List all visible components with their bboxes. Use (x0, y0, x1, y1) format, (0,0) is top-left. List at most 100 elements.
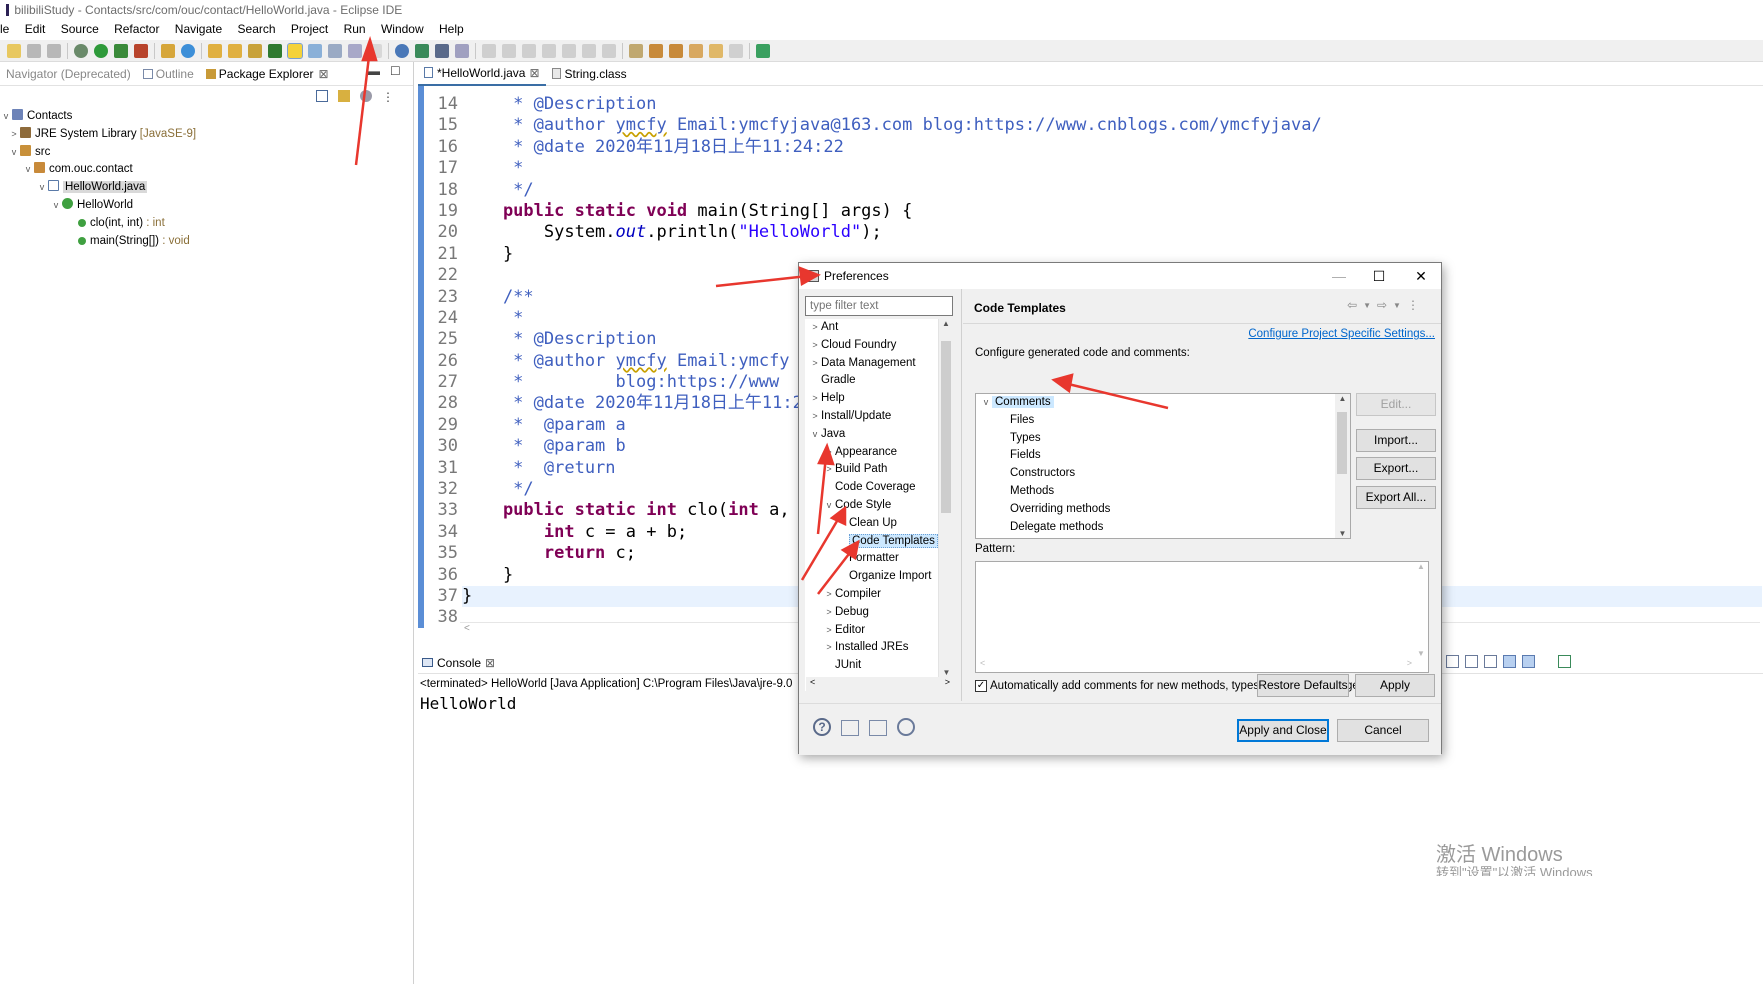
template-tree-item[interactable]: Overriding methods (976, 501, 1350, 519)
tab-outline[interactable]: Outline (137, 67, 200, 81)
pref-tree-item[interactable]: > Help (805, 390, 953, 408)
tab-package-explorer[interactable]: Package Explorer ⊠ (199, 66, 335, 81)
link-editor-icon[interactable] (338, 90, 350, 102)
word-wrap-icon[interactable] (1484, 655, 1497, 668)
back-icon[interactable]: ⇦ (1347, 298, 1357, 314)
scroll-down-icon[interactable]: ▼ (1335, 529, 1350, 538)
collapsed-chevron-icon[interactable]: > (823, 622, 835, 640)
scroll-up-icon[interactable]: ▲ (1335, 394, 1350, 403)
menu-project[interactable]: Project (291, 22, 328, 36)
collapsed-chevron-icon[interactable]: > (809, 337, 821, 355)
filter-input[interactable] (805, 296, 953, 316)
pref-tree-item[interactable]: > Debug (805, 604, 953, 622)
pin-console-icon[interactable] (1503, 655, 1516, 668)
pref-tree-item[interactable]: > Ant (805, 319, 953, 337)
tab-helloworld-java[interactable]: *HelloWorld.java ⊠ (418, 62, 546, 86)
run-icon[interactable] (94, 43, 108, 58)
close-icon[interactable]: ⊠ (318, 67, 328, 81)
pref-tree-item[interactable]: > Build Path (805, 461, 953, 479)
globe-icon[interactable] (395, 43, 409, 58)
pref-tree-item[interactable]: Clean Up (805, 515, 953, 533)
cancel-button[interactable]: Cancel (1337, 719, 1429, 742)
run-last-icon[interactable] (415, 43, 429, 58)
pref-tree-item[interactable]: Formatter (805, 550, 953, 568)
template-tree-item[interactable]: Fields (976, 447, 1350, 465)
menu-navigate[interactable]: Navigate (175, 22, 222, 36)
pref-tree-item[interactable]: > Editor (805, 622, 953, 640)
scroll-thumb[interactable] (1337, 412, 1347, 474)
scroll-thumb[interactable] (941, 341, 951, 513)
pref-tree-item[interactable]: v Java (805, 426, 953, 444)
scroll-lock-icon[interactable] (1465, 655, 1478, 668)
annotation-icon[interactable] (629, 43, 643, 58)
pref-tree-item[interactable]: > Installed JREs (805, 639, 953, 657)
clear-console-icon[interactable] (1446, 655, 1459, 668)
dialog-sash[interactable] (961, 289, 962, 701)
template-tree-item[interactable]: Delegate methods (976, 519, 1350, 537)
template-tree-item[interactable]: Files (976, 412, 1350, 430)
new-java-project-icon[interactable] (161, 43, 175, 58)
apply-and-close-button[interactable]: Apply and Close (1237, 719, 1329, 742)
forward-icon[interactable]: ⇨ (1377, 298, 1387, 314)
scroll-left-icon[interactable]: < (810, 677, 815, 691)
tree-item-helloworld-java[interactable]: v HelloWorld.java (0, 179, 196, 197)
menu-run[interactable]: Run (344, 22, 366, 36)
last-edit-icon[interactable] (689, 43, 703, 58)
edit-button[interactable]: Edit... (1356, 393, 1436, 416)
toggle-mark-icon[interactable] (268, 43, 282, 58)
tab-navigator[interactable]: Navigator (Deprecated) (0, 67, 137, 81)
open-folder-icon[interactable] (228, 43, 242, 58)
close-icon[interactable]: ⊠ (529, 66, 539, 80)
menu-refactor[interactable]: Refactor (114, 22, 159, 36)
export-button[interactable]: Export... (1356, 457, 1436, 480)
display-console-icon[interactable] (1522, 655, 1535, 668)
import-button[interactable]: Import... (1356, 429, 1436, 452)
collapsed-chevron-icon[interactable]: > (809, 408, 821, 426)
tab-string-class[interactable]: String.class (546, 62, 633, 86)
template-tree-item[interactable]: Constructors (976, 465, 1350, 483)
tree-item-jre[interactable]: > JRE System Library [JavaSE-9] (0, 126, 196, 144)
pref-tree-item[interactable]: Code Coverage (805, 479, 953, 497)
pref-tree-item[interactable]: > Data Management (805, 355, 953, 373)
new-icon[interactable] (7, 43, 21, 58)
restore-defaults-button[interactable]: Restore Defaults (1257, 674, 1349, 697)
new-class-icon[interactable] (181, 43, 195, 58)
pref-tree-item[interactable]: v Code Style (805, 497, 953, 515)
collapsed-chevron-icon[interactable]: > (823, 604, 835, 622)
pref-tree-item[interactable]: > Install/Update (805, 408, 953, 426)
pref-tree-item[interactable]: Gradle (805, 372, 953, 390)
menu-file[interactable]: le (0, 22, 9, 36)
export-prefs-icon[interactable] (869, 720, 887, 736)
pattern-textarea[interactable]: ▲ ▼ < > (975, 561, 1429, 673)
tree-item-project[interactable]: v Contacts (0, 108, 196, 126)
open-type-icon[interactable] (208, 43, 222, 58)
menu-source[interactable]: Source (61, 22, 99, 36)
template-tree-item[interactable]: v Comments (976, 394, 1350, 412)
tree-item-helloworld-class[interactable]: v HelloWorld (0, 197, 196, 215)
pattern-vscrollbar[interactable]: ▲ ▼ (1414, 562, 1428, 658)
close-icon[interactable]: ⊠ (485, 656, 495, 670)
view-menu-icon[interactable]: ⋮ (382, 90, 394, 104)
collapsed-chevron-icon[interactable]: > (809, 319, 821, 337)
tree-item-src[interactable]: v src (0, 144, 196, 162)
pref-tree-item[interactable]: Organize Import (805, 568, 953, 586)
scroll-up-icon[interactable]: ▲ (939, 319, 953, 328)
template-tree-scrollbar[interactable]: ▲ ▼ (1335, 394, 1350, 538)
highlight-icon[interactable] (287, 42, 303, 59)
maximize-icon[interactable]: ☐ (390, 64, 401, 78)
pref-tree-item[interactable]: > Cloud Foundry (805, 337, 953, 355)
export-all-button[interactable]: Export All... (1356, 486, 1436, 509)
search-icon[interactable] (248, 43, 262, 58)
page-menu-icon[interactable]: ⋮ (1407, 298, 1419, 314)
collapsed-chevron-icon[interactable]: > (823, 461, 835, 479)
prev-annotation-icon[interactable] (669, 43, 683, 58)
pattern-hscrollbar[interactable]: < > (976, 658, 1416, 672)
pin-editor-icon[interactable] (756, 43, 770, 58)
scroll-right-icon[interactable]: > (945, 677, 950, 691)
external-tools-icon[interactable] (134, 43, 148, 58)
pref-tree-item[interactable]: JUnit (805, 657, 953, 675)
preference-tree-hscrollbar[interactable]: < > (806, 677, 954, 691)
expanded-chevron-icon[interactable]: v (980, 394, 992, 412)
skip-breakpoints-icon[interactable] (455, 43, 469, 58)
minimize-icon[interactable]: ▬ (368, 64, 380, 78)
